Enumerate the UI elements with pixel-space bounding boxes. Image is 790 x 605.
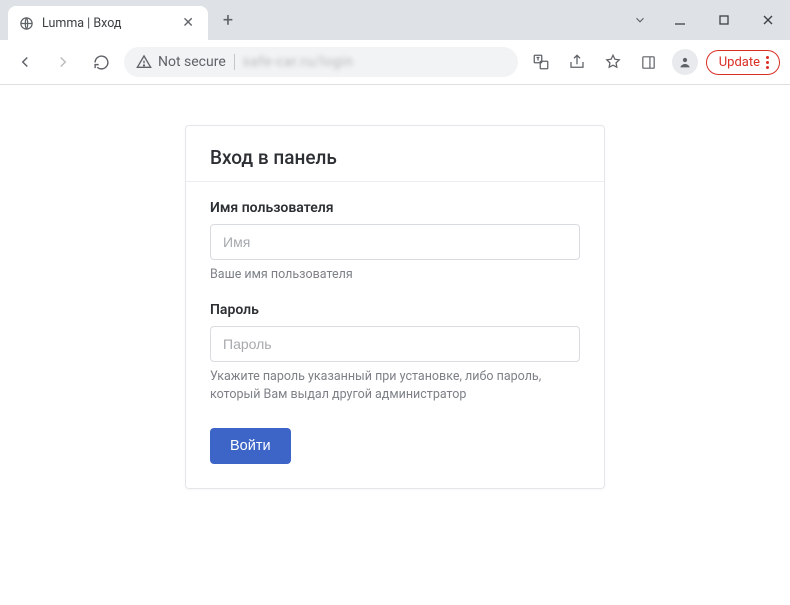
password-help: Укажите пароль указанный при установке, … <box>210 368 580 404</box>
close-window-button[interactable] <box>746 0 790 40</box>
toolbar-right: Update <box>526 47 780 77</box>
tab-title: Lumma | Вход <box>42 16 170 31</box>
maximize-button[interactable] <box>702 0 746 40</box>
profile-button[interactable] <box>670 47 700 77</box>
close-tab-icon[interactable]: ✕ <box>178 13 198 33</box>
submit-button[interactable]: Войти <box>210 428 291 464</box>
forward-button[interactable] <box>48 47 78 77</box>
globe-icon <box>18 15 34 31</box>
card-body: Имя пользователя Ваше имя пользователя П… <box>186 182 604 488</box>
new-tab-button[interactable]: + <box>214 6 242 34</box>
side-panel-icon[interactable] <box>634 47 664 77</box>
username-help: Ваше имя пользователя <box>210 266 580 284</box>
password-label: Пароль <box>210 302 580 318</box>
username-input[interactable] <box>210 224 580 260</box>
password-input[interactable] <box>210 326 580 362</box>
window-controls <box>622 0 790 40</box>
translate-icon[interactable] <box>526 47 556 77</box>
warning-icon <box>136 54 152 70</box>
url-text: safe-car.ru/login <box>243 54 354 70</box>
password-group: Пароль Укажите пароль указанный при уста… <box>210 302 580 404</box>
avatar-icon <box>672 49 698 75</box>
chevron-down-icon[interactable] <box>622 13 658 27</box>
username-label: Имя пользователя <box>210 200 580 216</box>
username-group: Имя пользователя Ваше имя пользователя <box>210 200 580 284</box>
address-bar[interactable]: Not secure safe-car.ru/login <box>124 47 518 77</box>
back-button[interactable] <box>10 47 40 77</box>
not-secure-label: Not secure <box>158 54 226 70</box>
browser-tab[interactable]: Lumma | Вход ✕ <box>8 6 208 40</box>
divider <box>234 54 235 70</box>
minimize-button[interactable] <box>658 0 702 40</box>
update-label: Update <box>719 55 760 70</box>
tab-bar: Lumma | Вход ✕ + <box>0 0 790 40</box>
browser-chrome: Lumma | Вход ✕ + <box>0 0 790 85</box>
reload-button[interactable] <box>86 47 116 77</box>
card-header: Вход в панель <box>186 126 604 182</box>
update-button[interactable]: Update <box>706 50 780 75</box>
toolbar: Not secure safe-car.ru/login <box>0 40 790 84</box>
share-icon[interactable] <box>562 47 592 77</box>
bookmark-star-icon[interactable] <box>598 47 628 77</box>
menu-dots-icon <box>766 56 769 69</box>
not-secure-badge: Not secure <box>136 54 226 70</box>
login-card: Вход в панель Имя пользователя Ваше имя … <box>185 125 605 489</box>
page-content: PCrisk risk.com Вход в панель Имя пользо… <box>0 85 790 605</box>
